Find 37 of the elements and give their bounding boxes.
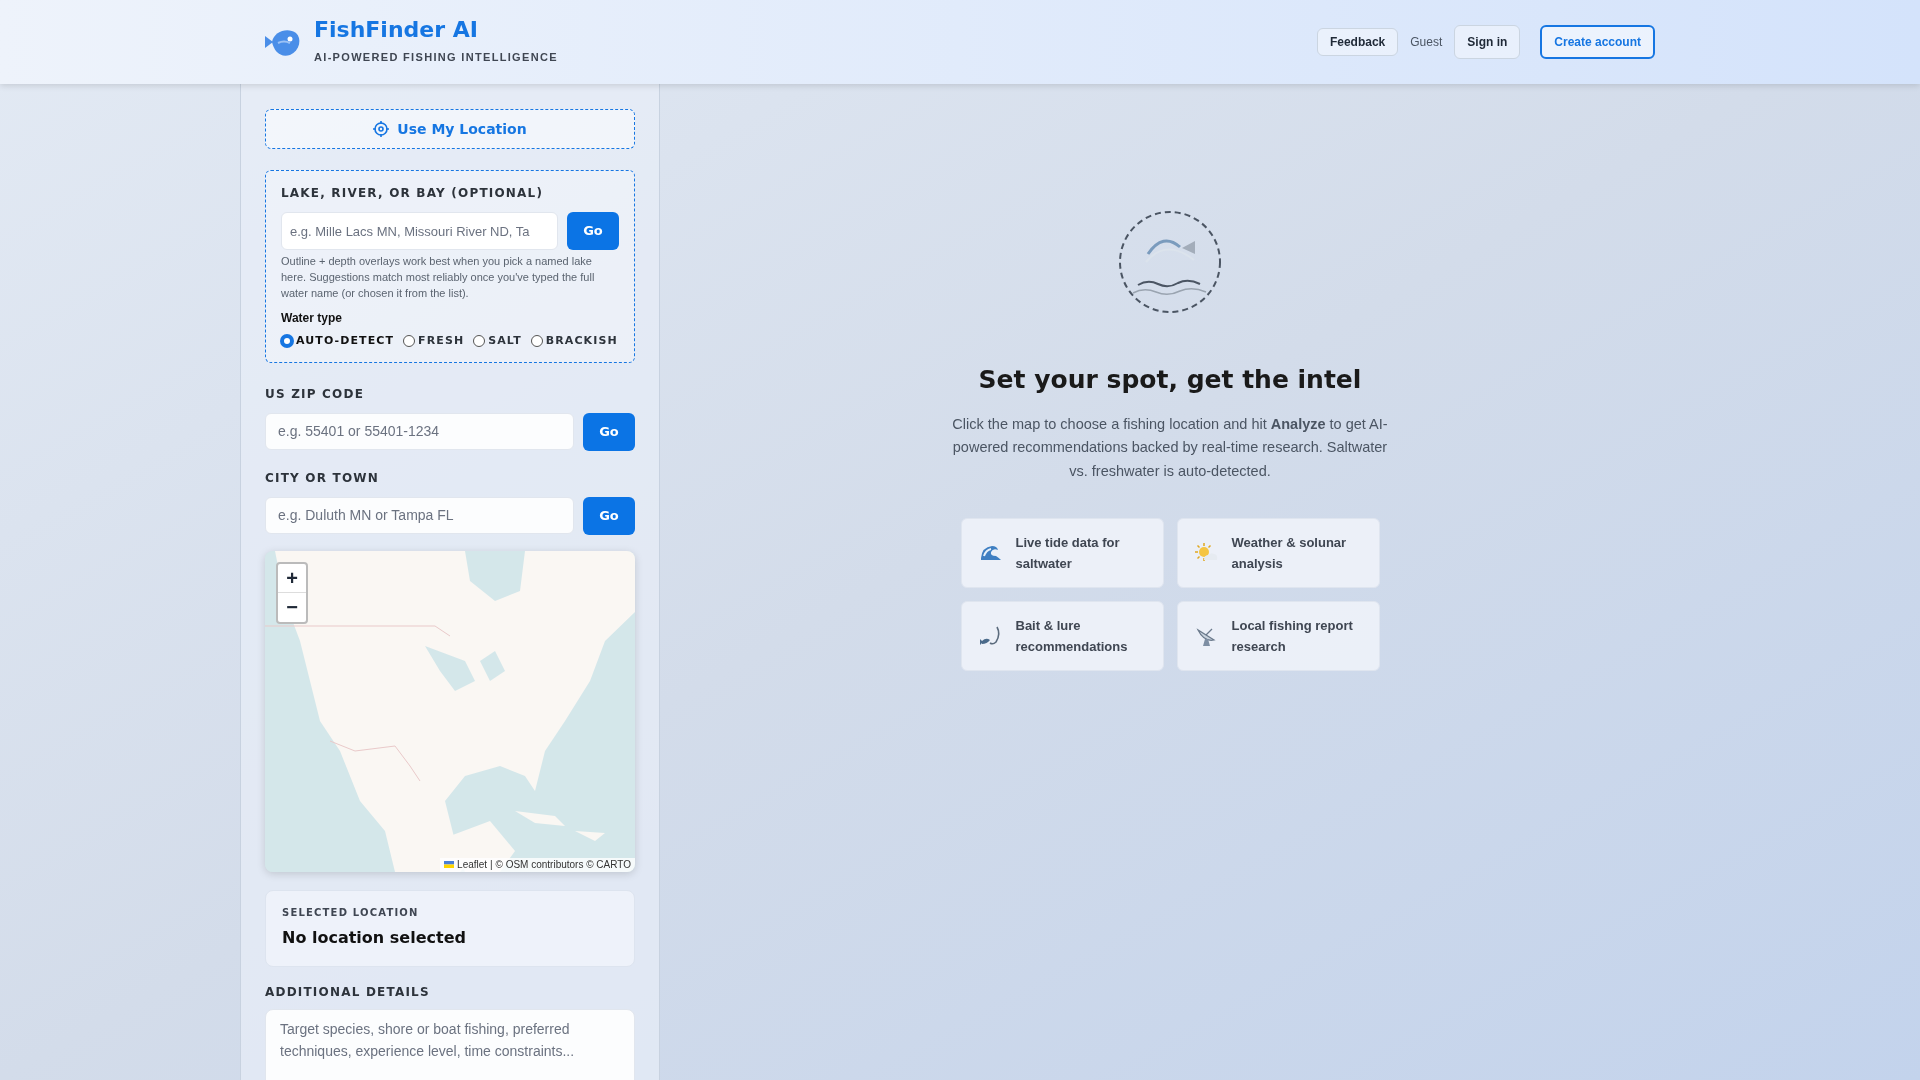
water-type-label: SALT [488,333,522,349]
water-type-label: AUTO-DETECT [296,333,395,349]
sign-in-button[interactable]: Sign in [1454,25,1521,59]
go-button[interactable]: Go [583,496,635,535]
field-label: US ZIP CODE [265,385,366,403]
map[interactable]: + − Leaflet | © OSM contributors © CARTO [265,550,635,872]
city-input[interactable]: e.g. Duluth MN or Tampa FL [265,496,574,534]
field-label: ADDITIONAL DETAILS [265,983,431,1001]
feature-label: Weather & solunar analysis [1231,534,1348,573]
main-heading: Set your spot, get the intel [978,364,1362,396]
zip-code-input[interactable]: e.g. 55401 or 55401-1234 [265,412,574,450]
water-type-label: BRACKISH [545,333,618,349]
zoom-out-button[interactable]: − [278,592,306,622]
go-button[interactable]: Go [567,212,619,250]
water-type-label: FRESH [418,333,465,349]
app-tagline: AI-POWERED FISHING INTELLIGENCE [314,49,558,65]
zoom-in-button[interactable]: + [278,563,306,593]
user-label: Guest [1410,34,1443,51]
create-account-button[interactable]: Create account [1540,25,1655,59]
selected-location-value: No location selected [282,926,467,949]
additional-details-input[interactable]: Target species, shore or boat fishing, preferred techniques, experience level, time constraints... [265,1008,635,1080]
feedback-button[interactable]: Feedback [1316,28,1399,56]
intro-text: Click the map to choose a fishing location and hit Analyze to get AI-powered recommendations backed by real-time research. Saltwater vs. freshwater is auto-detected. [951,414,1389,481]
attribution-text: | © OSM contributors © CARTO [490,857,631,872]
field-label: CITY OR TOWN [265,469,380,487]
leaflet-link[interactable]: Leaflet [457,857,488,872]
go-button[interactable]: Go [583,412,635,451]
feature-label: Local fishing report research [1231,617,1354,656]
card-label: SELECTED LOCATION [282,905,420,920]
field-label: LAKE, RIVER, OR BAY (OPTIONAL) [281,185,545,202]
water-type-label: Water type [281,310,343,327]
water-name-input[interactable]: e.g. Mille Lacs MN, Missouri River ND, Ta [281,212,558,250]
feature-label: Bait & lure recommendations [1015,617,1129,656]
feature-label: Live tide data for saltwater [1015,534,1121,573]
use-my-location-button[interactable]: Use My Location [265,109,635,149]
hint-text: Outline + depth overlays work best when you pick a named lake here. Suggestions match most reliably once you've typed the full water name (or chosen it from the list). [281,254,596,301]
app-title: FishFinder AI [314,18,479,41]
